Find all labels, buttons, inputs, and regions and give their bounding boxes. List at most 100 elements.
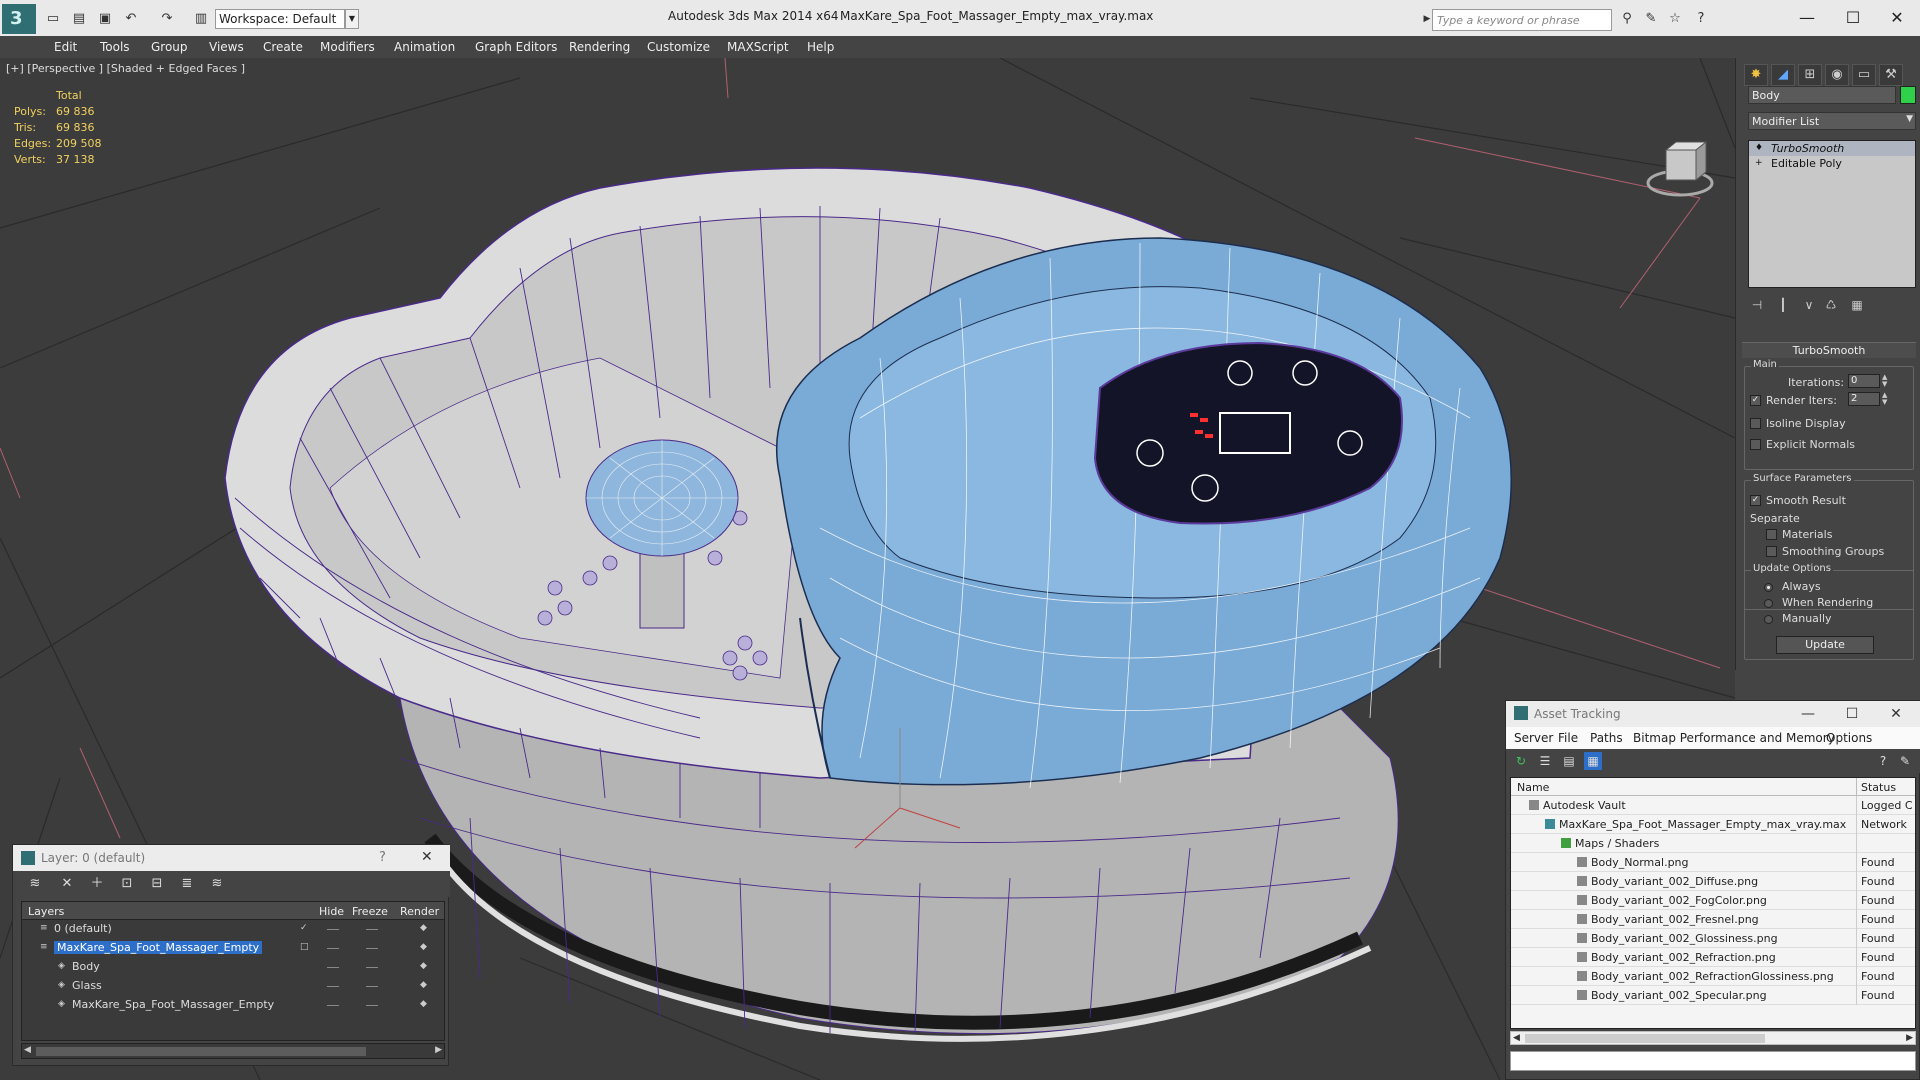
scroll-left-icon[interactable]: ◀ xyxy=(1513,1033,1520,1043)
stack-item-turbosmooth[interactable]: ♦ TurboSmooth xyxy=(1749,141,1915,156)
when-rendering-radio[interactable] xyxy=(1764,599,1773,608)
binoculars-icon[interactable]: ⚲ xyxy=(1618,10,1636,28)
layers-horizontal-scrollbar[interactable]: ◀ ▶ xyxy=(21,1043,445,1059)
help-icon[interactable]: ? xyxy=(1692,10,1710,28)
hierarchy-tab-icon[interactable]: ⊞ xyxy=(1798,64,1822,86)
scrollbar-thumb[interactable] xyxy=(36,1047,366,1056)
materials-checkbox[interactable] xyxy=(1766,529,1777,540)
new-file-icon[interactable]: ▭ xyxy=(44,10,62,28)
render-teapot-icon[interactable]: ◆ xyxy=(420,981,430,990)
modify-tab-icon[interactable]: ◢ xyxy=(1771,64,1795,86)
close-icon[interactable]: ✕ xyxy=(421,849,433,865)
scroll-right-icon[interactable]: ▶ xyxy=(435,1045,442,1055)
smoothing-groups-checkbox[interactable] xyxy=(1766,546,1777,557)
spinner-arrows-icon[interactable]: ▲ ▼ xyxy=(1882,374,1890,388)
table-row[interactable]: Body_Normal.png Found xyxy=(1511,853,1915,872)
menu-group[interactable]: Group xyxy=(151,40,188,54)
display-tab-icon[interactable]: ▭ xyxy=(1852,64,1876,86)
select-objects-icon[interactable]: ⊡ xyxy=(117,875,137,893)
turbosmooth-rollout-title[interactable]: TurboSmooth xyxy=(1742,342,1916,358)
layer-row[interactable]: ≡ MaxKare_Spa_Foot_Massager_Empty □ ◆ xyxy=(22,939,444,958)
menu-create[interactable]: Create xyxy=(263,40,303,54)
scroll-right-icon[interactable]: ▶ xyxy=(1906,1033,1913,1043)
table-row[interactable]: Body_variant_002_Diffuse.png Found xyxy=(1511,872,1915,891)
configure-sets-icon[interactable]: ▦ xyxy=(1846,296,1868,314)
create-layer-icon[interactable]: ≋ xyxy=(25,875,45,893)
scrollbar-thumb[interactable] xyxy=(1525,1034,1765,1043)
add-to-layer-icon[interactable]: ＋ xyxy=(87,875,107,893)
communication-center-icon[interactable]: ✎ xyxy=(1642,10,1660,28)
save-file-icon[interactable]: ▣ xyxy=(96,10,114,28)
asset-tracking-title-bar[interactable]: Asset Tracking — ☐ ✕ xyxy=(1506,701,1920,727)
menu-tools[interactable]: Tools xyxy=(100,40,130,54)
maximize-icon[interactable]: ☐ xyxy=(1832,704,1872,724)
asset-menu-file[interactable]: File xyxy=(1558,731,1578,745)
layer-window-title-bar[interactable]: Layer: 0 (default) ? ✕ xyxy=(13,845,450,871)
freeze-toggle[interactable] xyxy=(366,929,378,930)
menu-rendering[interactable]: Rendering xyxy=(569,40,630,54)
hide-toggle[interactable] xyxy=(327,967,339,968)
render-iters-checkbox[interactable]: ✓ xyxy=(1750,395,1761,406)
layer-row[interactable]: ◈ Glass ◆ xyxy=(22,977,444,996)
render-teapot-icon[interactable]: ◆ xyxy=(420,943,430,952)
highlight-selected-icon[interactable]: ⊟ xyxy=(147,875,167,893)
hide-toggle[interactable] xyxy=(327,986,339,987)
freeze-toggle[interactable] xyxy=(366,948,378,949)
delete-layer-icon[interactable]: ✕ xyxy=(57,875,77,893)
pin-stack-icon[interactable]: ⊣ xyxy=(1746,296,1768,314)
asset-menu-paths[interactable]: Paths xyxy=(1590,731,1623,745)
table-row[interactable]: Body_variant_002_FogColor.png Found xyxy=(1511,891,1915,910)
workspace-dropdown[interactable]: Workspace: Default xyxy=(215,9,345,29)
pin-icon[interactable]: ✎ xyxy=(1896,752,1914,770)
freeze-toggle[interactable] xyxy=(366,967,378,968)
redo-icon[interactable]: ↷ xyxy=(158,10,176,28)
close-icon[interactable]: ✕ xyxy=(1876,704,1916,724)
list-view-icon[interactable]: ☰ xyxy=(1536,752,1554,770)
minimize-icon[interactable]: — xyxy=(1784,4,1830,32)
table-row[interactable]: Body_variant_002_Refraction.png Found xyxy=(1511,948,1915,967)
stack-item-editable-poly[interactable]: + Editable Poly xyxy=(1749,156,1915,171)
freeze-toggle[interactable] xyxy=(366,1005,378,1006)
table-row[interactable]: Body_variant_002_Fresnel.png Found xyxy=(1511,910,1915,929)
column-name[interactable]: Name xyxy=(1517,781,1549,794)
motion-tab-icon[interactable]: ◉ xyxy=(1825,64,1849,86)
layer-row[interactable]: ≡ 0 (default) ✓ ◆ xyxy=(22,920,444,939)
table-row[interactable]: Maps / Shaders xyxy=(1511,834,1915,853)
menu-views[interactable]: Views xyxy=(209,40,244,54)
hide-unhide-all-icon[interactable]: ≣ xyxy=(177,875,197,893)
spinner-arrows-icon[interactable]: ▲ ▼ xyxy=(1882,392,1890,406)
table-row[interactable]: Body_variant_002_RefractionGlossiness.pn… xyxy=(1511,967,1915,986)
viewport-label[interactable]: [+] [Perspective ] [Shaded + Edged Faces… xyxy=(6,62,245,75)
utilities-tab-icon[interactable]: ⚒ xyxy=(1879,64,1903,86)
column-render[interactable]: Render xyxy=(400,905,439,918)
isoline-display-checkbox[interactable] xyxy=(1750,418,1761,429)
search-input[interactable]: Type a keyword or phrase xyxy=(1432,9,1612,31)
always-radio[interactable] xyxy=(1764,583,1773,592)
asset-horizontal-scrollbar[interactable]: ◀ ▶ xyxy=(1510,1031,1916,1045)
remove-modifier-icon[interactable]: ♺ xyxy=(1820,296,1842,314)
scroll-left-icon[interactable]: ◀ xyxy=(24,1045,31,1055)
create-tab-icon[interactable]: ✸ xyxy=(1744,64,1768,86)
explicit-normals-checkbox[interactable] xyxy=(1750,439,1761,450)
layer-row[interactable]: ◈ MaxKare_Spa_Foot_Massager_Empty ◆ xyxy=(22,996,444,1015)
asset-menu-server[interactable]: Server xyxy=(1514,731,1553,745)
column-freeze[interactable]: Freeze xyxy=(352,905,388,918)
table-row[interactable]: MaxKare_Spa_Foot_Massager_Empty_max_vray… xyxy=(1511,815,1915,834)
help-icon[interactable]: ? xyxy=(379,850,386,865)
modifier-list-dropdown[interactable]: Modifier List ▼ xyxy=(1748,112,1916,130)
table-row[interactable]: Body_variant_002_Specular.png Found xyxy=(1511,986,1915,1005)
layer-row[interactable]: ◈ Body ◆ xyxy=(22,958,444,977)
render-teapot-icon[interactable]: ◆ xyxy=(420,924,430,933)
freeze-unfreeze-all-icon[interactable]: ≋ xyxy=(207,875,227,893)
viewcube-icon[interactable] xyxy=(1646,140,1714,197)
modifier-stack[interactable]: ♦ TurboSmooth + Editable Poly xyxy=(1748,140,1916,288)
show-end-result-icon[interactable]: ┃ xyxy=(1772,296,1794,314)
layers-table[interactable]: Layers Hide Freeze Render ≡ 0 (default) … xyxy=(21,901,445,1041)
thumbnail-view-icon[interactable]: ▤ xyxy=(1560,752,1578,770)
asset-menu-options[interactable]: Options xyxy=(1826,731,1872,745)
make-unique-icon[interactable]: ∨ xyxy=(1798,296,1820,314)
app-logo-icon[interactable]: 3 xyxy=(2,4,36,34)
minimize-icon[interactable]: — xyxy=(1788,704,1828,724)
open-file-icon[interactable]: ▤ xyxy=(70,10,88,28)
current-layer-check-icon[interactable]: ✓ xyxy=(300,924,309,933)
